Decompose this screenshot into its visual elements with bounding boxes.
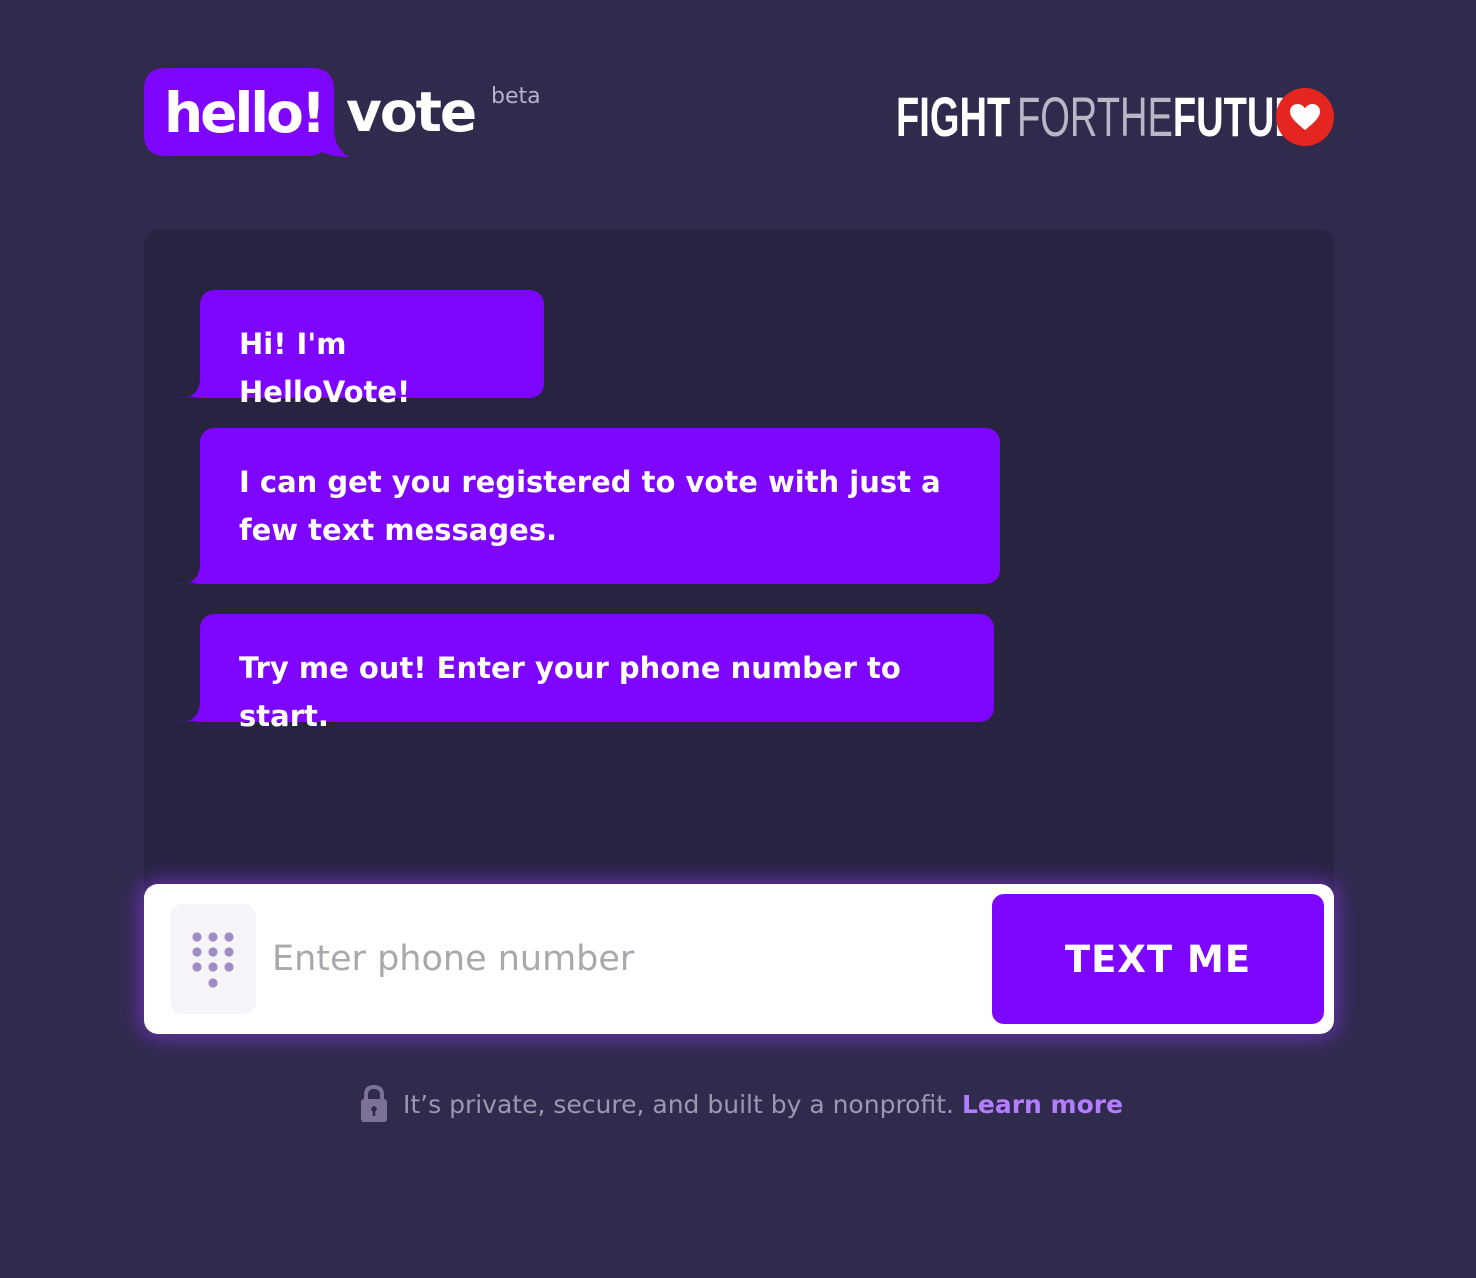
- beta-badge: beta: [491, 84, 541, 109]
- privacy-text: It’s private, secure, and built by a non…: [403, 1089, 954, 1119]
- lock-icon: [361, 1084, 387, 1122]
- fftf-word-fight: FIGHT: [896, 85, 1011, 148]
- chat-message-text: I can get you registered to vote with ju…: [239, 465, 941, 547]
- bubble-tail: [175, 674, 215, 722]
- chat-message: Try me out! Enter your phone number to s…: [175, 614, 994, 733]
- learn-more-link[interactable]: Learn more: [962, 1090, 1123, 1119]
- logo-vote-text: vote: [346, 80, 477, 144]
- phone-number-input[interactable]: [272, 914, 962, 1004]
- keypad-icon: [170, 904, 256, 1014]
- chat-message: Hi! I'm HelloVote!: [175, 290, 544, 409]
- fftf-word-forthe: FORTHE: [1017, 85, 1173, 148]
- chat-message-text: Try me out! Enter your phone number to s…: [239, 651, 901, 733]
- bubble-tail: [175, 350, 215, 398]
- phone-signup-form: TEXT ME: [144, 884, 1334, 1034]
- bubble-tail: [175, 536, 215, 584]
- logo-hello-text: hello!: [164, 81, 326, 145]
- hellovote-logo-mark[interactable]: hello!: [144, 68, 350, 157]
- text-me-button[interactable]: TEXT ME: [992, 894, 1324, 1024]
- fight-for-the-future-logo[interactable]: FIGHT FORTHE FUTURE: [896, 86, 1327, 148]
- heart-icon: [1276, 88, 1334, 146]
- chat-message: I can get you registered to vote with ju…: [175, 428, 1000, 584]
- chat-message-text: Hi! I'm HelloVote!: [239, 327, 411, 409]
- privacy-note: It’s private, secure, and built by a non…: [360, 1082, 1123, 1126]
